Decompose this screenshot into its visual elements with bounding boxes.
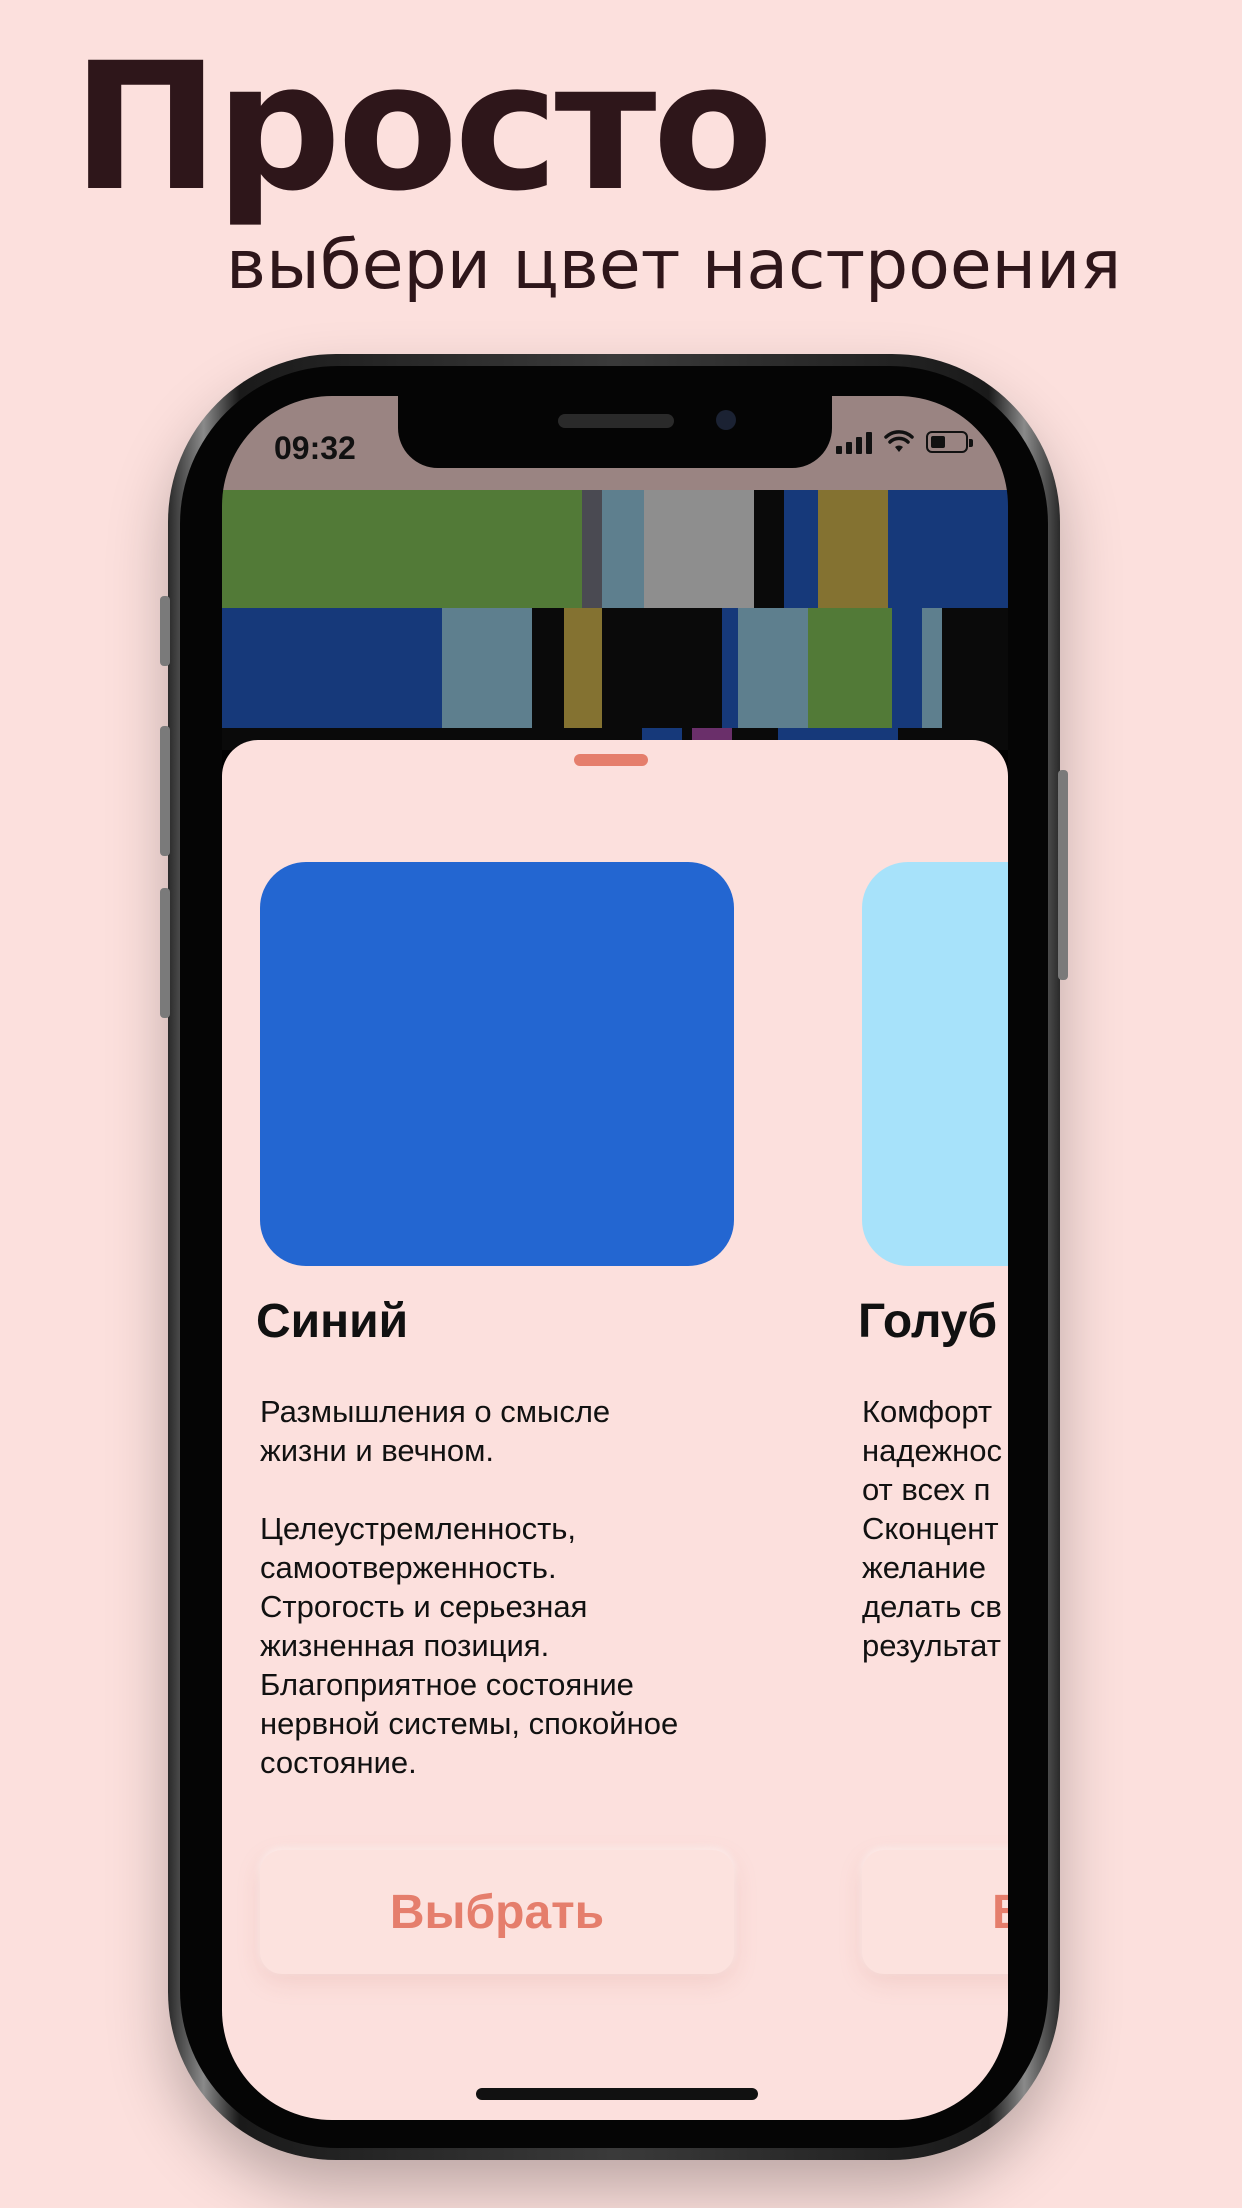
color-swatch-light-blue[interactable] [862, 862, 1008, 1266]
card-description: Размышления о смысле жизни и вечном. Цел… [260, 1394, 679, 1780]
card-title: Синий [256, 1295, 409, 1348]
status-time: 09:32 [274, 430, 356, 466]
mosaic-tile [892, 608, 922, 728]
mosaic-tile [818, 490, 888, 608]
mosaic-tile [922, 608, 942, 728]
mosaic-tile [602, 608, 722, 728]
volume-down-button [160, 888, 170, 1018]
mosaic-tile [442, 608, 532, 728]
mosaic-tile [808, 608, 892, 728]
home-indicator[interactable] [476, 2088, 758, 2100]
notch [398, 396, 832, 468]
sheet-grabber-handle[interactable] [574, 754, 648, 766]
mosaic-tile [564, 608, 602, 728]
mosaic-tile [222, 608, 442, 728]
mosaic-tile [888, 490, 1008, 608]
volume-up-button [160, 726, 170, 856]
mosaic-tile [602, 490, 644, 608]
mosaic-tile [222, 490, 582, 608]
mosaic-tile [738, 608, 808, 728]
mosaic-tile [942, 608, 1008, 728]
battery-icon [926, 431, 973, 453]
power-button [1058, 770, 1068, 980]
mosaic-tile [582, 490, 602, 608]
select-button[interactable]: В [862, 1850, 1008, 1974]
front-camera [716, 410, 736, 430]
select-button[interactable]: Выбрать [260, 1850, 734, 1974]
color-mosaic-background [222, 490, 1008, 750]
mosaic-tile [644, 490, 754, 608]
mosaic-tile [754, 490, 784, 608]
phone-screen: 09:32 Синий Размышления о смысле жизни и… [222, 396, 1008, 2120]
status-icons [836, 430, 973, 454]
color-picker-sheet[interactable]: Синий Размышления о смысле жизни и вечно… [222, 740, 1008, 2120]
cellular-signal-icon [836, 430, 872, 454]
color-swatch-blue[interactable] [260, 862, 734, 1266]
promo-headline: Просто [72, 25, 773, 230]
mosaic-tile [722, 608, 738, 728]
mosaic-tile [784, 490, 818, 608]
speaker-grille [558, 414, 674, 428]
card-description: Комфорт надежнос от всех п Сконцент жела… [862, 1394, 1002, 1663]
card-title: Голуб [858, 1295, 998, 1348]
promo-subline: выбери цвет настроения [226, 226, 1122, 305]
side-button [160, 596, 170, 666]
mosaic-tile [532, 608, 564, 728]
wifi-icon [884, 430, 914, 454]
